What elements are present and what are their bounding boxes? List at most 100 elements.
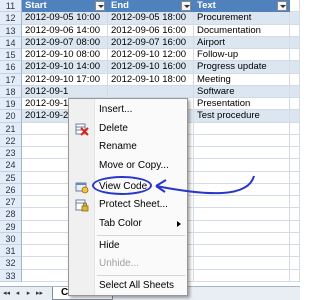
cell-text[interactable]	[194, 257, 290, 270]
cell-start[interactable]: 2012-09-07 08:00	[22, 36, 108, 49]
menu-item-tab-color[interactable]: Tab Color	[69, 215, 187, 233]
cell-text[interactable]: Test procedure	[194, 110, 290, 123]
cell[interactable]	[290, 183, 300, 196]
cell-text[interactable]	[194, 220, 290, 233]
next-sheet-nav-icon[interactable]: ▸	[24, 289, 33, 299]
cell-end[interactable]: 2012-09-10 12:00	[108, 49, 194, 62]
row-header[interactable]: 19	[0, 98, 22, 111]
cell-text[interactable]: Documentation	[194, 24, 290, 37]
column-header-label: Start	[25, 0, 47, 11]
cell-end[interactable]: 2012-09-10 18:00	[108, 73, 194, 86]
cell[interactable]	[290, 85, 300, 98]
cell[interactable]	[290, 61, 300, 74]
cell-text[interactable]: Procurement	[194, 12, 290, 25]
cell[interactable]	[290, 12, 300, 25]
cell[interactable]	[290, 73, 300, 86]
menu-item-insert[interactable]: Insert...	[69, 101, 187, 119]
cell[interactable]	[290, 232, 300, 245]
row-header[interactable]: 23	[0, 147, 22, 160]
column-header-end[interactable]: End	[108, 0, 194, 13]
column-header-text[interactable]: Text	[194, 0, 290, 13]
cell[interactable]	[290, 257, 300, 270]
cell[interactable]	[290, 110, 300, 123]
cell[interactable]	[290, 220, 300, 233]
cell-text[interactable]	[194, 269, 290, 282]
row-header[interactable]: 27	[0, 196, 22, 209]
cell-start[interactable]: 2012-09-10 17:00	[22, 73, 108, 86]
cell[interactable]	[290, 0, 300, 13]
cell-start[interactable]: 2012-09-10 14:00	[22, 61, 108, 74]
cell-start[interactable]: 2012-09-10 08:00	[22, 49, 108, 62]
cell-text[interactable]	[194, 122, 290, 135]
row-header[interactable]: 32	[0, 257, 22, 270]
cell[interactable]	[290, 24, 300, 37]
menu-item-label: Tab Color	[99, 218, 142, 229]
cell[interactable]	[290, 245, 300, 258]
submenu-arrow-icon	[177, 221, 181, 227]
cell-end[interactable]: 2012-09-06 16:00	[108, 24, 194, 37]
row-header[interactable]: 21	[0, 122, 22, 135]
filter-dropdown-icon[interactable]	[181, 1, 191, 11]
cell-end[interactable]: 2012-09-10 16:00	[108, 61, 194, 74]
row-header[interactable]: 11	[0, 0, 22, 13]
filter-dropdown-icon[interactable]	[277, 1, 287, 11]
row-header[interactable]: 24	[0, 159, 22, 172]
cell-end[interactable]	[108, 85, 194, 98]
row-header[interactable]: 17	[0, 73, 22, 86]
cell-text[interactable]	[194, 208, 290, 221]
menu-item-delete[interactable]: Delete	[69, 120, 187, 138]
cell-start[interactable]: 2012-09-1	[22, 85, 108, 98]
filter-dropdown-icon[interactable]	[95, 1, 105, 11]
menu-separator	[97, 275, 185, 276]
row-header[interactable]: 29	[0, 220, 22, 233]
cell-text[interactable]: Follow-up	[194, 49, 290, 62]
annotation-arrow-icon	[155, 175, 255, 195]
cell-text[interactable]: Meeting	[194, 73, 290, 86]
cell[interactable]	[290, 36, 300, 49]
cell[interactable]	[290, 208, 300, 221]
row-header[interactable]: 14	[0, 36, 22, 49]
cell-start[interactable]: 2012-09-05 10:00	[22, 12, 108, 25]
row-header[interactable]: 26	[0, 183, 22, 196]
cell[interactable]	[290, 147, 300, 160]
cell-end[interactable]: 2012-09-05 18:00	[108, 12, 194, 25]
row-header[interactable]: 18	[0, 85, 22, 98]
row-header[interactable]: 31	[0, 245, 22, 258]
menu-item-hide[interactable]: Hide	[69, 237, 187, 255]
row-header[interactable]: 15	[0, 49, 22, 62]
menu-item-select-all-sheets[interactable]: Select All Sheets	[69, 277, 187, 295]
row-header[interactable]: 16	[0, 61, 22, 74]
cell-text[interactable]: Airport	[194, 36, 290, 49]
cell-text[interactable]	[194, 245, 290, 258]
row-header[interactable]: 12	[0, 12, 22, 25]
cell-start[interactable]: 2012-09-06 14:00	[22, 24, 108, 37]
cell-text[interactable]: Presentation	[194, 98, 290, 111]
row-header[interactable]: 28	[0, 208, 22, 221]
cell[interactable]	[290, 98, 300, 111]
row-header[interactable]: 22	[0, 134, 22, 147]
cell[interactable]	[290, 122, 300, 135]
cell[interactable]	[290, 171, 300, 184]
cell-text[interactable]: Software	[194, 85, 290, 98]
row-header[interactable]: 25	[0, 171, 22, 184]
cell-text[interactable]: Progress update	[194, 61, 290, 74]
cell[interactable]	[290, 134, 300, 147]
menu-item-label: Delete	[99, 123, 128, 134]
cell[interactable]	[290, 269, 300, 282]
cell-text[interactable]	[194, 147, 290, 160]
cell[interactable]	[290, 196, 300, 209]
last-sheet-nav-icon[interactable]: ▸▸	[35, 289, 44, 299]
prev-sheet-nav-icon[interactable]: ◂	[13, 289, 22, 299]
first-sheet-nav-icon[interactable]: ◂◂	[2, 289, 11, 299]
menu-item-rename[interactable]: Rename	[69, 138, 187, 156]
row-header[interactable]: 20	[0, 110, 22, 123]
cell-end[interactable]: 2012-09-07 16:00	[108, 36, 194, 49]
cell[interactable]	[290, 49, 300, 62]
cell-text[interactable]	[194, 134, 290, 147]
cell[interactable]	[290, 159, 300, 172]
row-header[interactable]: 13	[0, 24, 22, 37]
cell-text[interactable]	[194, 232, 290, 245]
row-header[interactable]: 30	[0, 232, 22, 245]
row-header[interactable]: 33	[0, 269, 22, 282]
column-header-start[interactable]: Start	[22, 0, 108, 13]
